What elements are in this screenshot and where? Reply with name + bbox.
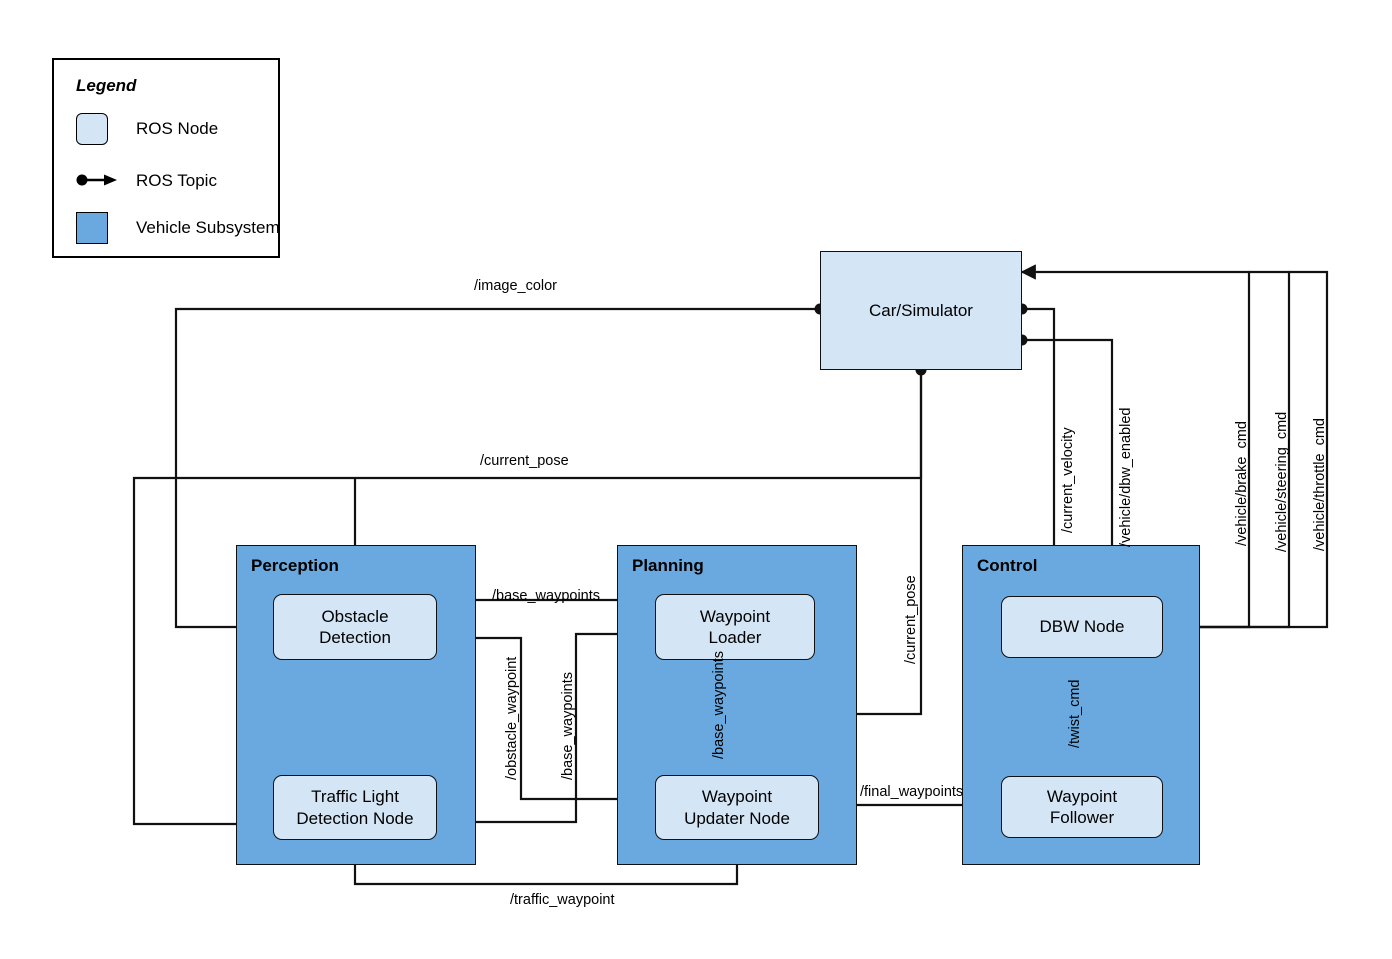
node-waypoint-loader[interactable]: Waypoint Loader <box>655 594 815 660</box>
topic-label-obstacle-waypoint: /obstacle_waypoint <box>504 656 520 780</box>
topic-label-current-pose-right: /current_pose <box>903 575 919 664</box>
topic-label-image-color: /image_color <box>474 278 558 294</box>
topic-label-twist-cmd: /twist_cmd <box>1067 679 1083 749</box>
node-label: DBW Node <box>1039 617 1125 637</box>
node-label: Waypoint Follower <box>1046 786 1118 827</box>
legend-item-label: ROS Node <box>136 119 219 138</box>
legend: Legend ROS Node ROS Topic Vehicle Subsys… <box>52 58 280 258</box>
node-waypoint-follower[interactable]: Waypoint Follower <box>1001 776 1163 838</box>
legend-item-label: Vehicle Subsystem <box>136 218 280 237</box>
ros-architecture-diagram: Legend ROS Node ROS Topic Vehicle Subsys… <box>0 0 1392 959</box>
legend-item-label: ROS Topic <box>136 171 217 190</box>
ros-topic-arrow-icon <box>76 172 118 188</box>
node-car-simulator[interactable]: Car/Simulator <box>820 251 1022 370</box>
node-traffic-light-detection[interactable]: Traffic Light Detection Node <box>273 775 437 840</box>
ros-node-swatch-icon <box>76 113 108 145</box>
node-dbw-node[interactable]: DBW Node <box>1001 596 1163 658</box>
legend-title: Legend <box>76 76 137 95</box>
topic-label-current-velocity: /current_velocity <box>1060 427 1076 533</box>
topic-label-vehicle-brake-cmd: /vehicle/brake_cmd <box>1234 421 1250 546</box>
topic-label-current-pose-left: /current_pose <box>480 453 569 469</box>
topic-label-vehicle-dbw-enabled: /vehicle/dbw_enabled <box>1118 407 1134 547</box>
node-label: Car/Simulator <box>869 300 973 320</box>
topic-label-base-waypoints-mid: /base_waypoints <box>560 671 576 780</box>
node-label: Waypoint Updater Node <box>684 787 790 828</box>
node-label: Obstacle Detection <box>319 606 391 647</box>
topic-label-final-waypoints: /final_waypoints <box>860 784 964 800</box>
node-obstacle-detection[interactable]: Obstacle Detection <box>273 594 437 660</box>
node-label: Traffic Light Detection Node <box>296 787 414 828</box>
topic-label-base-waypoints-down: /base_waypoints <box>711 650 727 759</box>
node-label: Waypoint Loader <box>699 606 771 647</box>
topic-label-vehicle-steering-cmd: /vehicle/steering_cmd <box>1274 411 1290 552</box>
topic-label-base-waypoints-top: /base_waypoints <box>492 588 601 604</box>
topic-label-traffic-waypoint: /traffic_waypoint <box>510 892 615 908</box>
vehicle-subsystem-swatch-icon <box>76 212 108 244</box>
subsystem-title: Perception <box>251 556 339 575</box>
topic-label-vehicle-throttle-cmd: /vehicle/throttle_cmd <box>1312 418 1328 551</box>
subsystem-title: Control <box>977 556 1038 575</box>
subsystem-title: Planning <box>632 556 704 575</box>
node-waypoint-updater[interactable]: Waypoint Updater Node <box>655 775 819 840</box>
